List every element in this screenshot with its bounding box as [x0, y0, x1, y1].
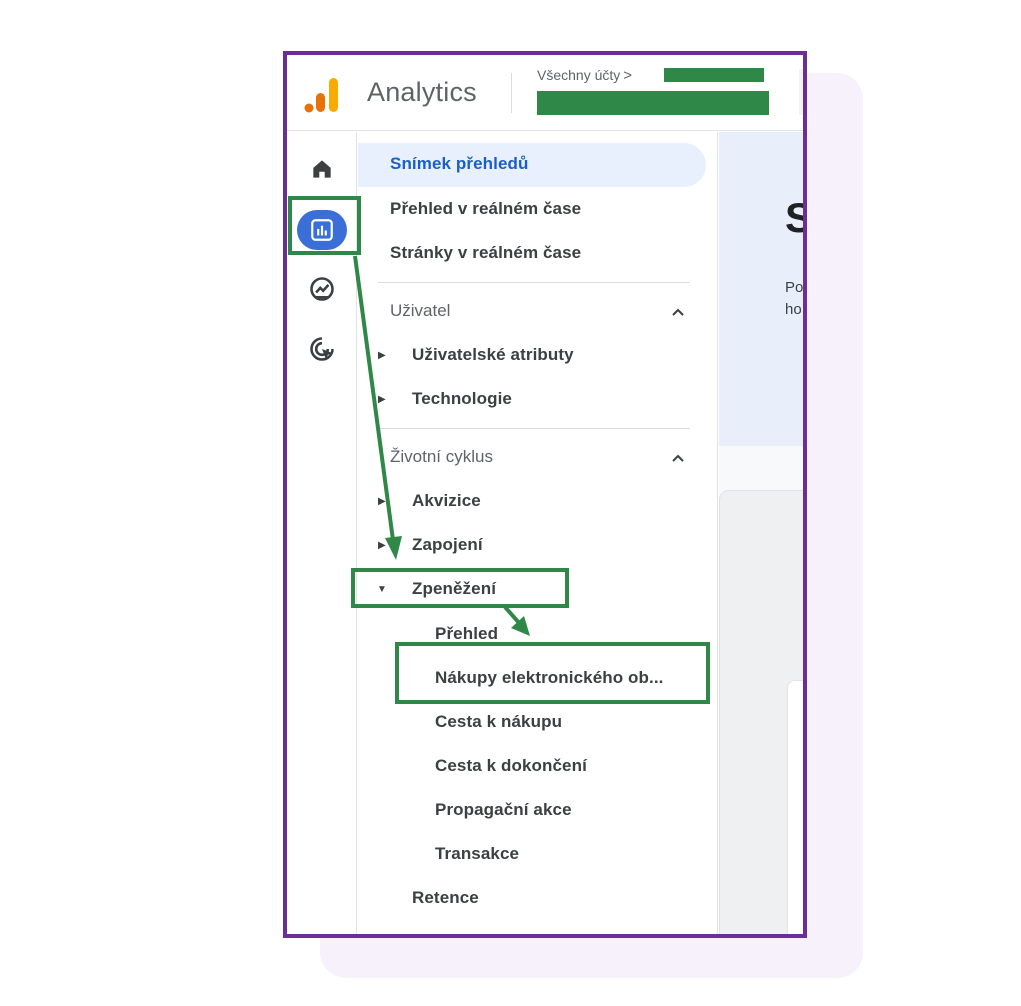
annotation-arrows	[353, 255, 530, 636]
arrow-line-1	[353, 255, 395, 541]
arrow-line-2	[503, 605, 522, 626]
arrow-head-1-icon	[385, 536, 402, 560]
